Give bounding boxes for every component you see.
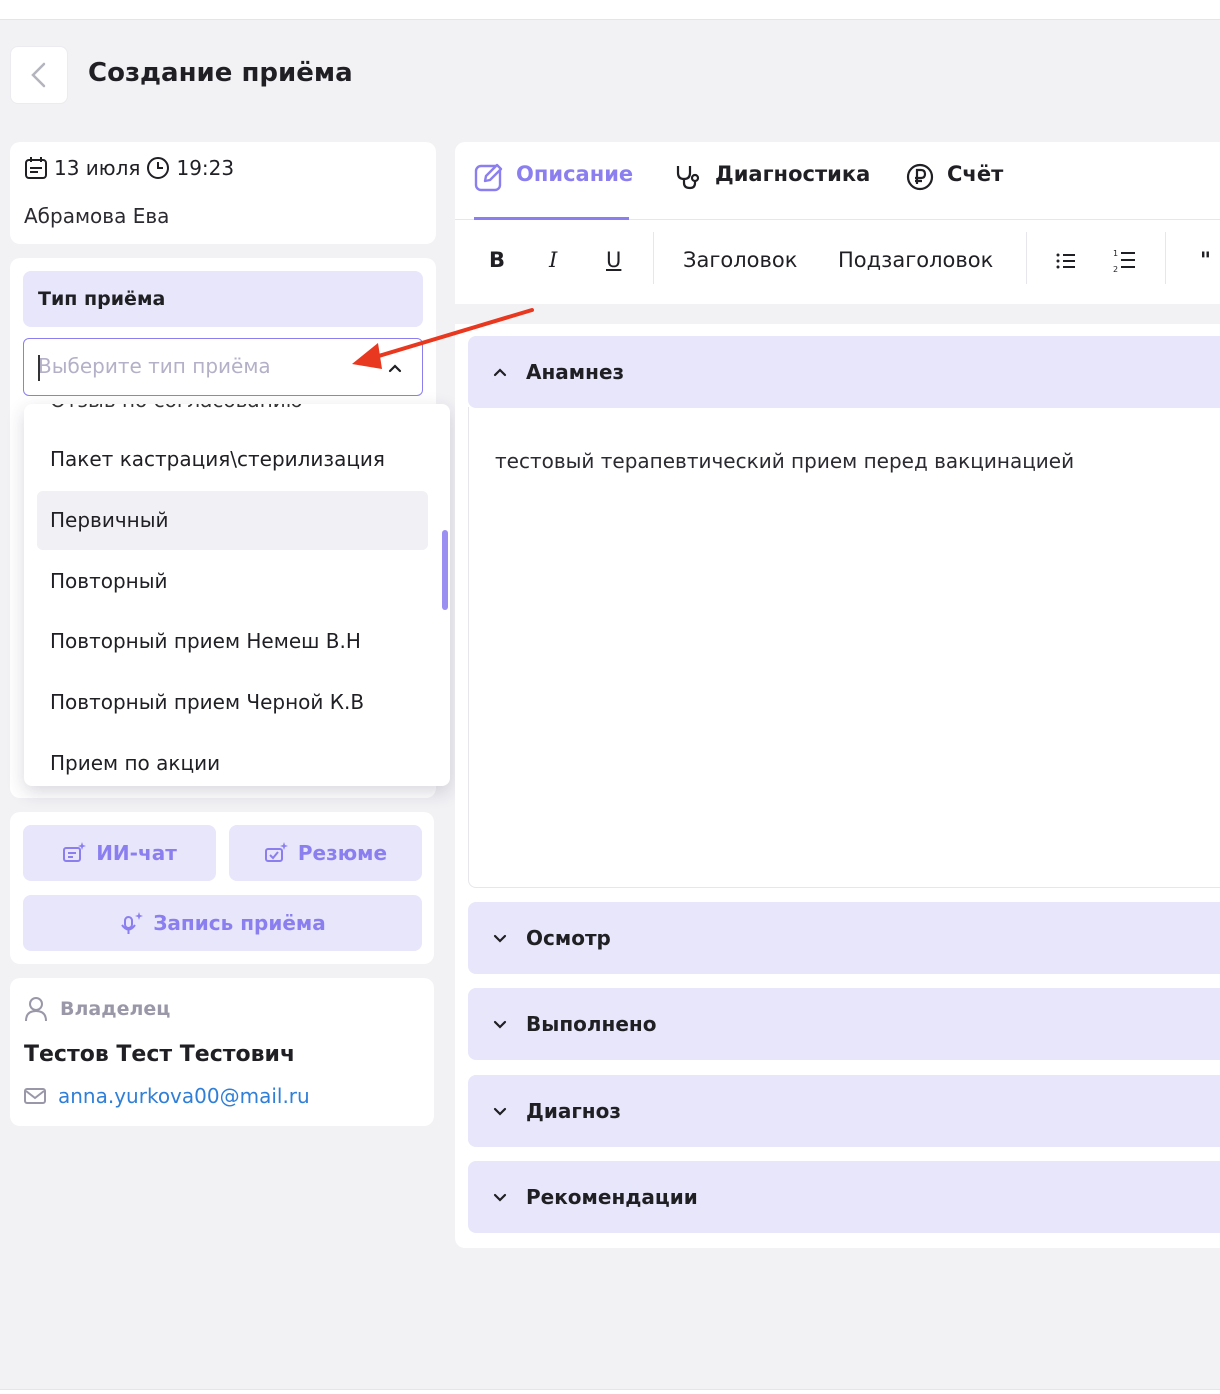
- appointment-type-dropdown[interactable]: Отзыв по согласованию Пакет кастрация\ст…: [24, 404, 450, 786]
- appointment-type-header: Тип приёма: [23, 271, 423, 327]
- svg-text:2: 2: [1113, 265, 1118, 274]
- appointment-editor-panel: Описание Диагностика Счёт B I U Заголово…: [455, 142, 1220, 1248]
- heading-button[interactable]: Заголовок: [683, 248, 797, 272]
- svg-text:1: 1: [1113, 249, 1118, 258]
- user-icon: [25, 997, 47, 1022]
- visit-time: 19:23: [176, 156, 235, 180]
- section-anamnez-title: Анамнез: [526, 360, 625, 384]
- toolbar-divider: [1165, 232, 1166, 284]
- ai-chat-button[interactable]: ИИ-чат: [23, 825, 216, 881]
- panel-gap: [455, 304, 1220, 324]
- ai-chat-icon: [62, 840, 88, 866]
- text-formatting-toolbar: B I U Заголовок Подзаголовок 12 ": [455, 220, 1220, 304]
- bullet-list-icon[interactable]: [1055, 250, 1077, 272]
- dropdown-option[interactable]: Пакет кастрация\стерилизация: [37, 430, 428, 489]
- section-osmotr-title: Осмотр: [526, 926, 611, 950]
- record-appointment-button[interactable]: Запись приёма: [23, 895, 422, 951]
- chevron-up-icon: [493, 368, 507, 377]
- underline-button[interactable]: U: [606, 248, 621, 272]
- patient-name: Абрамова Ева: [24, 204, 170, 228]
- chevron-down-icon: [493, 934, 507, 943]
- visit-date: 13 июля: [54, 156, 141, 180]
- tab-description-label: Описание: [516, 162, 634, 186]
- ai-microphone-icon: [119, 910, 145, 936]
- chevron-up-icon[interactable]: [386, 359, 404, 377]
- ai-summary-icon: [264, 840, 290, 866]
- tab-diagnostics-label: Диагностика: [715, 162, 871, 186]
- dropdown-option[interactable]: Повторный: [37, 552, 428, 611]
- bold-button[interactable]: B: [489, 248, 505, 272]
- owner-card: Владелец Тестов Тест Тестович anna.yurko…: [10, 978, 434, 1126]
- ai-tools-card: ИИ-чат Резюме Запись приёма: [10, 812, 434, 964]
- tab-invoice[interactable]: Счёт: [905, 162, 1003, 220]
- record-appointment-label: Запись приёма: [153, 911, 326, 935]
- tab-description[interactable]: Описание: [474, 162, 633, 220]
- section-anamnez-header[interactable]: Анамнез: [468, 336, 1220, 408]
- dropdown-option[interactable]: Повторный прием Черной К.В: [37, 673, 428, 732]
- appointment-type-select[interactable]: Выберите тип приёма: [23, 338, 423, 396]
- dropdown-scrollbar[interactable]: [442, 530, 448, 610]
- section-diagnoz-title: Диагноз: [526, 1099, 621, 1123]
- visit-datetime: 13 июля 19:23: [24, 156, 234, 180]
- owner-email-link[interactable]: anna.yurkova00@mail.ru: [58, 1084, 310, 1108]
- toolbar-divider: [653, 232, 654, 284]
- dropdown-option-highlighted[interactable]: Первичный: [37, 491, 428, 550]
- chevron-down-icon: [493, 1193, 507, 1202]
- mail-icon: [24, 1088, 46, 1104]
- toolbar-divider: [1026, 232, 1027, 284]
- ruble-icon: [905, 162, 935, 192]
- bottom-bar: [0, 1389, 1220, 1394]
- top-bar: [0, 0, 1220, 20]
- italic-button[interactable]: I: [549, 248, 557, 272]
- owner-name: Тестов Тест Тестович: [24, 1042, 296, 1067]
- visit-info-card: 13 июля 19:23 Абрамова Ева: [10, 142, 436, 244]
- anamnez-editor[interactable]: тестовый терапевтический прием перед вак…: [468, 407, 1220, 888]
- chevron-left-icon: [31, 62, 46, 88]
- owner-email-row[interactable]: anna.yurkova00@mail.ru: [24, 1084, 310, 1108]
- dropdown-option[interactable]: Повторный прием Немеш В.Н: [37, 612, 428, 671]
- page-title: Создание приёма: [88, 58, 353, 88]
- chevron-down-icon: [493, 1020, 507, 1029]
- text-cursor: [38, 355, 40, 381]
- section-vypolneno-title: Выполнено: [526, 1012, 657, 1036]
- back-button[interactable]: [10, 46, 68, 104]
- tab-diagnostics[interactable]: Диагностика: [673, 162, 870, 220]
- owner-label: Владелец: [60, 998, 171, 1020]
- quote-button[interactable]: ": [1200, 248, 1211, 272]
- clock-icon: [146, 156, 170, 180]
- section-recommend-header[interactable]: Рекомендации: [468, 1161, 1220, 1233]
- chevron-down-icon: [493, 1107, 507, 1116]
- section-osmotr-header[interactable]: Осмотр: [468, 902, 1220, 974]
- edit-icon: [474, 162, 504, 192]
- anamnez-text: тестовый терапевтический прием перед вак…: [495, 449, 1075, 473]
- section-diagnoz-header[interactable]: Диагноз: [468, 1075, 1220, 1147]
- subheading-button[interactable]: Подзаголовок: [838, 248, 993, 272]
- stethoscope-icon: [673, 162, 703, 192]
- section-recommend-title: Рекомендации: [526, 1185, 698, 1209]
- owner-label-row: Владелец: [24, 996, 170, 1022]
- numbered-list-icon[interactable]: 12: [1113, 248, 1137, 274]
- tab-invoice-label: Счёт: [947, 162, 1004, 186]
- resume-button[interactable]: Резюме: [229, 825, 422, 881]
- resume-label: Резюме: [297, 841, 388, 865]
- section-vypolneno-header[interactable]: Выполнено: [468, 988, 1220, 1060]
- ai-chat-label: ИИ-чат: [96, 841, 177, 865]
- calendar-icon: [24, 156, 48, 180]
- appointment-type-placeholder: Выберите тип приёма: [38, 354, 271, 378]
- editor-tabs: Описание Диагностика Счёт: [455, 142, 1220, 220]
- dropdown-option-partial[interactable]: Отзыв по согласованию: [50, 404, 303, 412]
- dropdown-option[interactable]: Прием по акции: [37, 734, 428, 786]
